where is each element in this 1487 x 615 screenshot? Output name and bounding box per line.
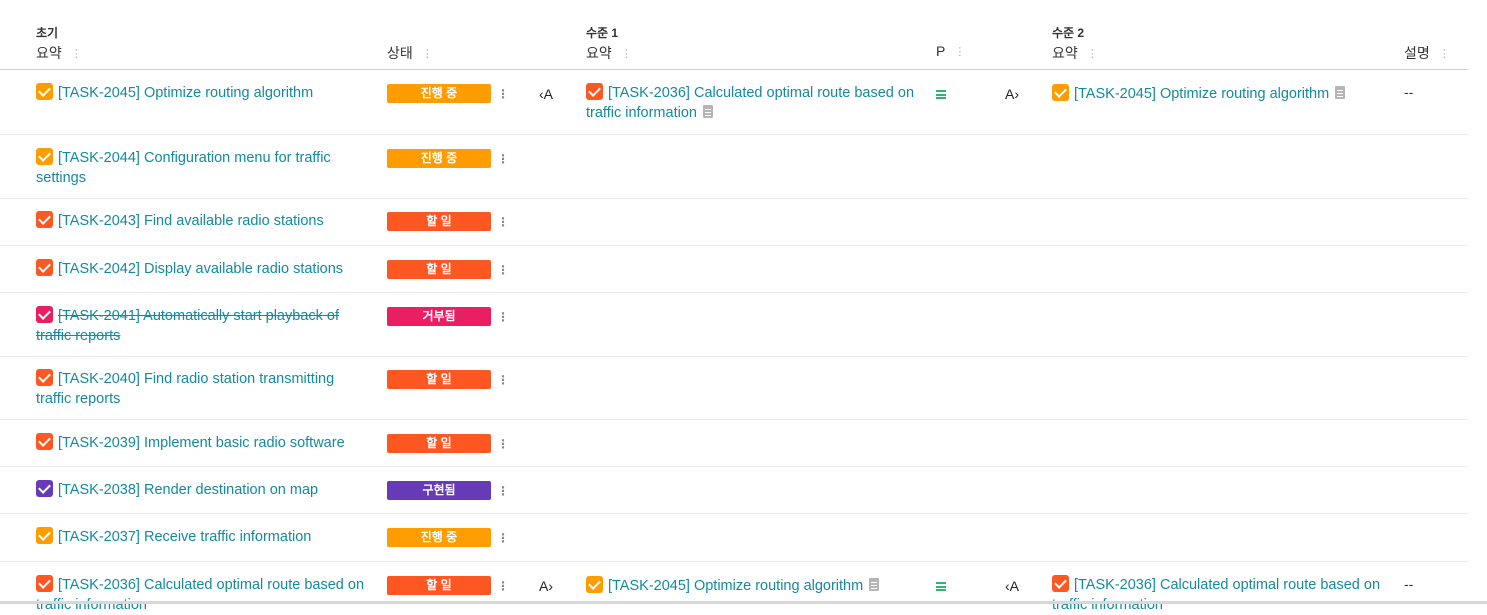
task-link[interactable]: [TASK-2045] Optimize routing algorithm — [36, 83, 313, 103]
status-badge[interactable]: 구현됨 — [387, 481, 491, 500]
column-header-priority[interactable]: P ⋮ — [936, 43, 965, 59]
document-icon — [702, 105, 713, 118]
column-header-status[interactable]: 상태 ⋮ — [387, 43, 433, 63]
status-menu-icon[interactable]: ⋮ — [497, 264, 509, 276]
document-icon — [1335, 86, 1346, 99]
description-value: -- — [1404, 576, 1414, 592]
status-menu-icon[interactable]: ⋮ — [497, 88, 509, 100]
row-divider — [0, 419, 1468, 420]
task-checkbox-icon — [36, 306, 53, 323]
row-divider — [0, 292, 1468, 293]
level2-task-link[interactable]: [TASK-2036] Calculated optimal route bas… — [1052, 575, 1380, 615]
column-header-summary-level2[interactable]: 요약 ⋮ — [1052, 43, 1098, 63]
column-menu-icon[interactable]: ⋮ — [422, 48, 433, 60]
status-menu-icon[interactable]: ⋮ — [497, 153, 509, 165]
priority-medium-icon[interactable] — [936, 90, 946, 99]
task-link[interactable]: [TASK-2037] Receive traffic information — [36, 527, 311, 547]
column-header-summary-level1[interactable]: 요약 ⋮ — [586, 43, 632, 63]
task-checkbox-icon — [36, 527, 53, 544]
column-menu-icon[interactable]: ⋮ — [954, 46, 965, 58]
task-checkbox-icon — [1052, 575, 1069, 592]
task-checkbox-icon — [36, 211, 53, 228]
task-checkbox-icon — [586, 576, 603, 593]
task-link[interactable]: [TASK-2039] Implement basic radio softwa… — [36, 433, 345, 453]
status-badge[interactable]: 진행 중 — [387, 84, 491, 103]
link-type-indicator[interactable]: A› — [1005, 86, 1019, 102]
task-checkbox-icon — [36, 433, 53, 450]
task-link[interactable]: [TASK-2038] Render destination on map — [36, 480, 318, 500]
status-badge[interactable]: 할 일 — [387, 434, 491, 453]
column-menu-icon[interactable]: ⋮ — [1087, 48, 1098, 60]
row-divider — [0, 466, 1468, 467]
task-checkbox-icon — [36, 369, 53, 386]
task-link[interactable]: [TASK-2041] Automatically start playback… — [36, 306, 339, 346]
level1-task-link[interactable]: [TASK-2045] Optimize routing algorithm — [586, 576, 880, 596]
task-link[interactable]: [TASK-2040] Find radio station transmitt… — [36, 369, 334, 409]
column-header-description[interactable]: 설명 ⋮ — [1404, 43, 1450, 63]
task-checkbox-icon — [36, 259, 53, 276]
status-menu-icon[interactable]: ⋮ — [497, 438, 509, 450]
column-menu-icon[interactable]: ⋮ — [71, 48, 82, 60]
task-checkbox-icon — [586, 83, 603, 100]
row-divider — [0, 513, 1468, 514]
status-menu-icon[interactable]: ⋮ — [497, 374, 509, 386]
group-level2-header: 수준 2 — [1052, 26, 1085, 40]
status-menu-icon[interactable]: ⋮ — [497, 485, 509, 497]
task-link[interactable]: [TASK-2036] Calculated optimal route bas… — [36, 575, 364, 615]
level2-task-link[interactable]: [TASK-2045] Optimize routing algorithm — [1052, 84, 1346, 104]
row-divider — [0, 356, 1468, 357]
header-divider — [0, 69, 1468, 70]
status-menu-icon[interactable]: ⋮ — [497, 216, 509, 228]
document-icon — [869, 578, 880, 591]
priority-medium-icon[interactable] — [936, 582, 946, 591]
status-badge[interactable]: 거부됨 — [387, 307, 491, 326]
task-link[interactable]: [TASK-2042] Display available radio stat… — [36, 259, 343, 279]
column-header-summary[interactable]: 요약 ⋮ — [36, 43, 82, 63]
row-divider — [0, 561, 1468, 562]
status-badge[interactable]: 할 일 — [387, 260, 491, 279]
task-checkbox-icon — [36, 148, 53, 165]
row-divider — [0, 198, 1468, 199]
link-type-indicator[interactable]: ‹A — [1005, 578, 1019, 594]
status-menu-icon[interactable]: ⋮ — [497, 532, 509, 544]
task-link[interactable]: [TASK-2044] Configuration menu for traff… — [36, 148, 331, 188]
task-checkbox-icon — [36, 575, 53, 592]
group-level1-header: 수준 1 — [586, 26, 619, 40]
task-checkbox-icon — [36, 480, 53, 497]
column-menu-icon[interactable]: ⋮ — [1439, 48, 1450, 60]
link-type-indicator[interactable]: ‹A — [539, 86, 553, 102]
column-menu-icon[interactable]: ⋮ — [621, 48, 632, 60]
task-checkbox-icon — [1052, 84, 1069, 101]
status-menu-icon[interactable]: ⋮ — [497, 311, 509, 323]
status-menu-icon[interactable]: ⋮ — [497, 580, 509, 592]
status-badge[interactable]: 진행 중 — [387, 528, 491, 547]
task-link[interactable]: [TASK-2043] Find available radio station… — [36, 211, 324, 231]
status-badge[interactable]: 할 일 — [387, 370, 491, 389]
status-badge[interactable]: 할 일 — [387, 212, 491, 231]
task-checkbox-icon — [36, 83, 53, 100]
row-divider — [0, 134, 1468, 135]
status-badge[interactable]: 할 일 — [387, 576, 491, 595]
level1-task-link[interactable]: [TASK-2036] Calculated optimal route bas… — [586, 83, 914, 123]
group-initial-header: 초기 — [36, 26, 59, 40]
description-value: -- — [1404, 84, 1414, 100]
link-type-indicator[interactable]: A› — [539, 578, 553, 594]
row-divider — [0, 245, 1468, 246]
status-badge[interactable]: 진행 중 — [387, 149, 491, 168]
